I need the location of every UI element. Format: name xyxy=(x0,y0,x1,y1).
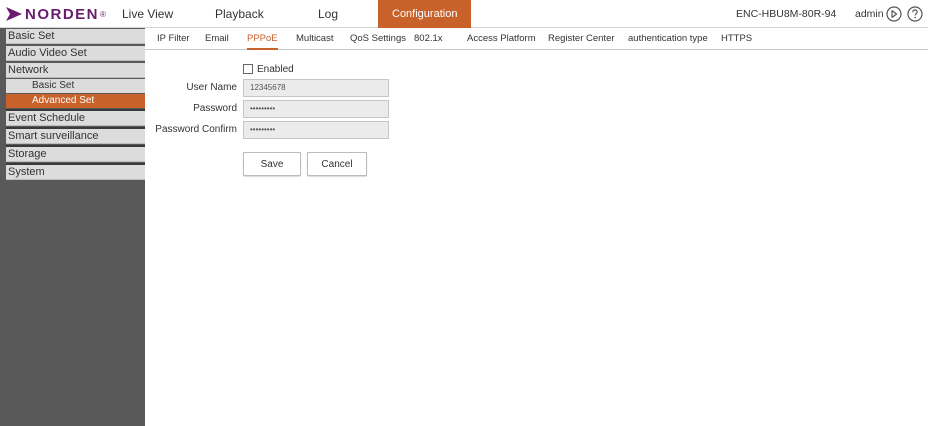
password-field[interactable]: ••••••••• xyxy=(243,100,389,118)
device-name: ENC-HBU8M-80R-94 xyxy=(736,8,837,20)
tab-qos-settings[interactable]: QoS Settings xyxy=(350,28,406,50)
password-confirm-label: Password Confirm xyxy=(155,124,237,135)
sidebar-item-storage[interactable]: Storage xyxy=(6,147,145,162)
tab-pppoe[interactable]: PPPoE xyxy=(247,28,278,50)
enabled-label: Enabled xyxy=(257,63,294,75)
password-confirm-field[interactable]: ••••••••• xyxy=(243,121,389,139)
tab-802-1x[interactable]: 802.1x xyxy=(414,28,443,50)
tab-https[interactable]: HTTPS xyxy=(721,28,752,50)
tab-multicast[interactable]: Multicast xyxy=(296,28,333,50)
nav-configuration[interactable]: Configuration xyxy=(378,0,472,28)
top-bar: NORDEN ® Live View Playback Log Configura… xyxy=(0,0,928,28)
tab-register-center[interactable]: Register Center xyxy=(548,28,615,50)
sidebar-item-network[interactable]: Network xyxy=(6,63,145,78)
tab-access-platform[interactable]: Access Platform xyxy=(467,28,536,50)
logo-arrow-icon xyxy=(6,7,22,21)
nav-live-view[interactable]: Live View xyxy=(122,0,173,28)
norden-logo: NORDEN ® xyxy=(6,5,106,23)
brand-registered-mark: ® xyxy=(100,9,106,19)
tab-ip-filter[interactable]: IP Filter xyxy=(157,28,190,50)
nav-playback[interactable]: Playback xyxy=(215,0,264,28)
save-button[interactable]: Save xyxy=(243,152,301,176)
nav-log[interactable]: Log xyxy=(318,0,338,28)
brand-name: NORDEN xyxy=(25,5,100,23)
sidebar-item-audio-video-set[interactable]: Audio Video Set xyxy=(6,46,145,61)
logout-icon[interactable] xyxy=(886,6,902,22)
help-icon[interactable] xyxy=(907,6,923,22)
username-label: User Name xyxy=(186,82,237,93)
tab-email[interactable]: Email xyxy=(205,28,229,50)
sidebar-item-basic-set[interactable]: Basic Set xyxy=(6,29,145,44)
settings-tabs: IP Filter Email PPPoE Multicast QoS Sett… xyxy=(145,28,928,50)
password-label: Password xyxy=(193,103,237,114)
enabled-row: Enabled xyxy=(243,63,294,75)
tab-authentication-type[interactable]: authentication type xyxy=(628,28,708,50)
username-field[interactable]: 12345678 xyxy=(243,79,389,97)
enabled-checkbox[interactable] xyxy=(243,64,253,74)
user-name[interactable]: admin xyxy=(855,0,884,28)
cancel-button[interactable]: Cancel xyxy=(307,152,367,176)
sidebar-item-system[interactable]: System xyxy=(6,165,145,180)
